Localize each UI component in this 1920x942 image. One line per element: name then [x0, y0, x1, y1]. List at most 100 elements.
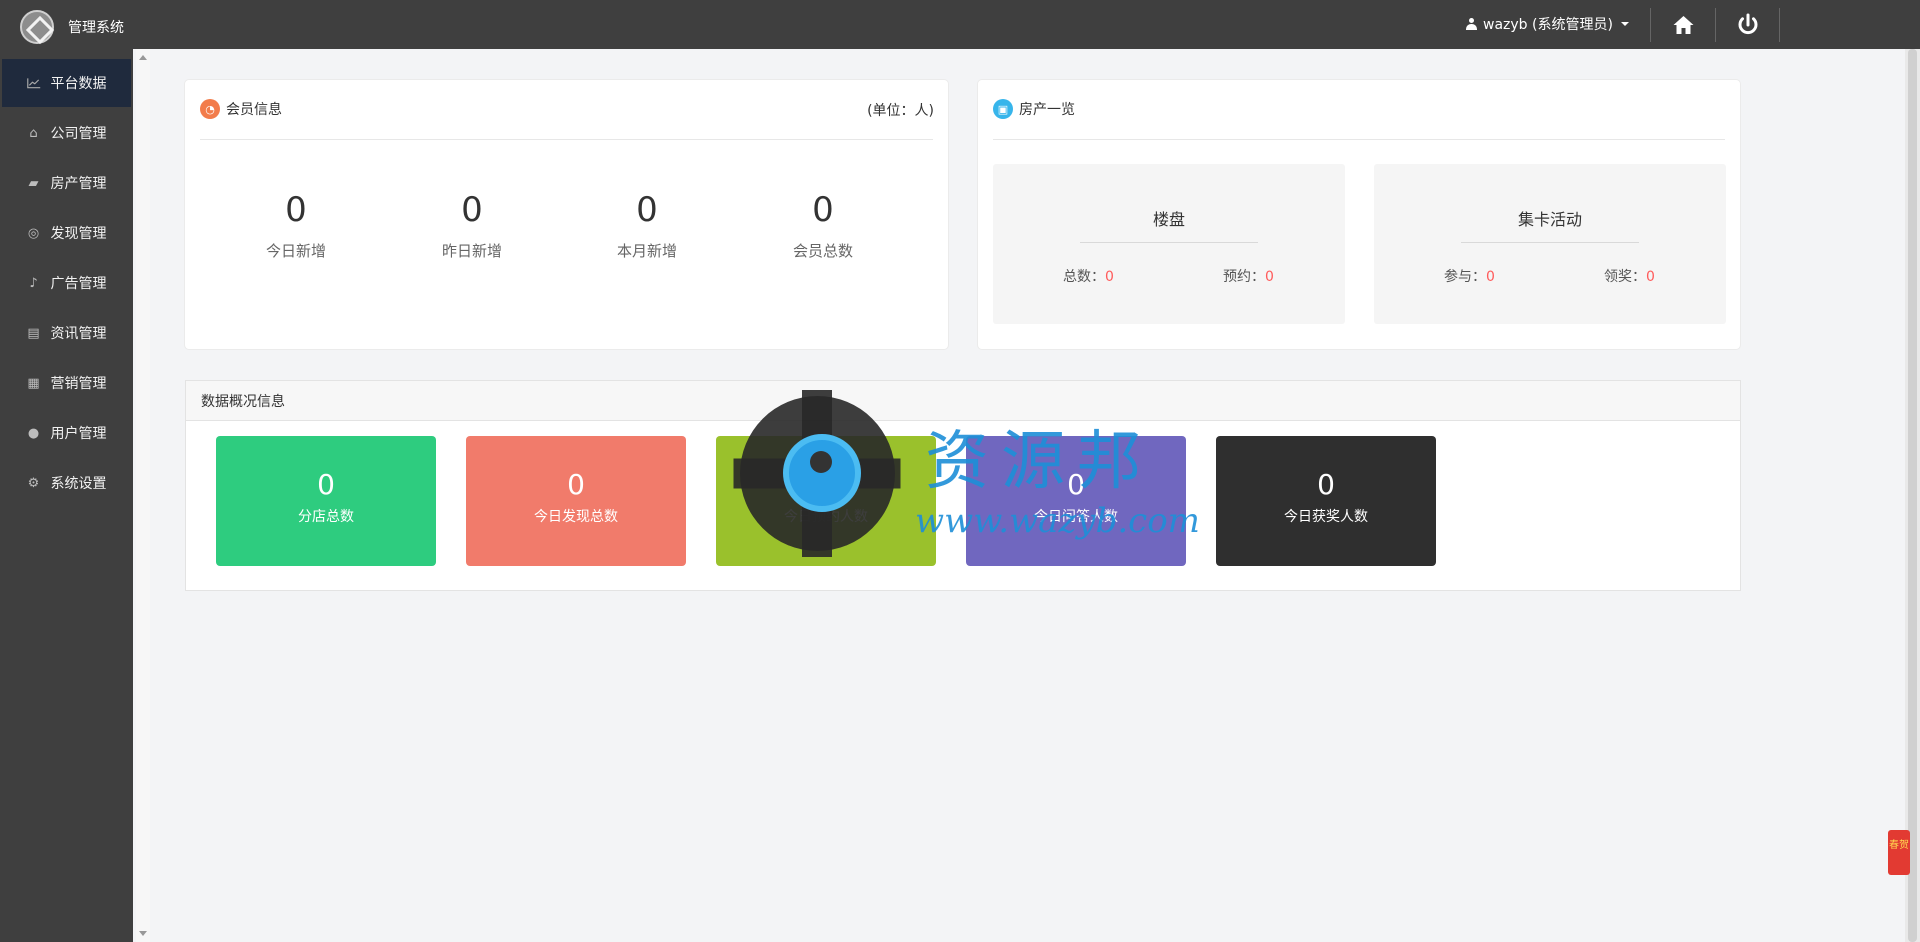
data-overview-panel: 数据概况信息 0 分店总数 0 今日发现总数 0 今日预约人数 0 今日问答人数… [185, 380, 1741, 591]
stat-yesterday-new: 0 昨日新增 [397, 190, 547, 261]
estate-stat-participants: 参与：0 [1444, 266, 1495, 286]
book-icon: ▰ [28, 175, 39, 191]
estate-stat-reservation: 预约：0 [1223, 266, 1274, 286]
estate-stat-label: 参与： [1444, 269, 1486, 285]
sidebar: 平台数据 ⌂ 公司管理 ▰ 房产管理 ◎ 发现管理 ♪ 广告管理 ▤ 资讯管理 … [0, 49, 133, 942]
tile-value: 0 [1067, 468, 1085, 501]
panel-title: 会员信息 [226, 102, 282, 118]
estate-stat-total: 总数：0 [1063, 266, 1114, 286]
user-icon [1466, 18, 1477, 30]
stat-value: 0 [812, 190, 834, 230]
stat-value: 0 [285, 190, 307, 230]
scroll-down-arrow-icon[interactable] [139, 931, 147, 936]
panel-title: 房产一览 [1019, 102, 1075, 118]
logout-button[interactable] [1716, 8, 1780, 42]
logo-icon [20, 10, 54, 44]
newspaper-icon: ▤ [27, 325, 40, 341]
overview-title: 数据概况信息 [186, 381, 1740, 421]
power-icon [1738, 13, 1758, 35]
stat-value: 0 [461, 190, 483, 230]
panel-header: ▣ 房产一览 [993, 96, 1725, 122]
content-scrollbar[interactable] [136, 49, 150, 942]
estate-card-buildings: 楼盘 总数：0 预约：0 [993, 164, 1345, 324]
stat-today-new: 0 今日新增 [221, 190, 371, 261]
top-divider [1779, 8, 1780, 42]
stat-total-members: 0 会员总数 [748, 190, 898, 261]
tile-label: 分店总数 [298, 509, 354, 525]
chart-line-icon [26, 76, 41, 90]
tile-label: 今日问答人数 [1034, 509, 1118, 525]
estate-stat-label: 领奖： [1604, 269, 1646, 285]
sidebar-item-company[interactable]: ⌂ 公司管理 [2, 109, 131, 157]
estate-card-card-collecting: 集卡活动 参与：0 领奖：0 [1374, 164, 1726, 324]
user-icon: ● [27, 425, 40, 441]
estate-stat-value: 0 [1265, 269, 1274, 285]
estate-card-title: 楼盘 [1152, 210, 1185, 229]
user-label: wazyb (系统管理员) [1483, 17, 1613, 33]
tile-winner-count: 0 今日获奖人数 [1216, 436, 1436, 566]
sidebar-item-label: 广告管理 [50, 276, 107, 292]
gear-icon: ⚙ [27, 475, 40, 491]
sidebar-item-label: 系统设置 [50, 476, 107, 492]
sidebar-item-property[interactable]: ▰ 房产管理 [2, 159, 131, 207]
top-bar: 管理系统 wazyb (系统管理员) [0, 0, 1920, 49]
app-title: 管理系统 [68, 20, 124, 36]
tile-value: 0 [1317, 468, 1335, 501]
members-icon: ◔ [200, 99, 220, 119]
floating-red-badge[interactable]: 春贺 [1888, 830, 1910, 875]
calendar-icon: ▣ [993, 99, 1013, 119]
sidebar-item-ads[interactable]: ♪ 广告管理 [2, 259, 131, 307]
sidebar-item-news[interactable]: ▤ 资讯管理 [2, 309, 131, 357]
sidebar-item-label: 用户管理 [50, 426, 107, 442]
chevron-down-icon [1620, 22, 1629, 26]
estate-stat-value: 0 [1486, 269, 1495, 285]
estate-stat-prizes: 领奖：0 [1604, 266, 1655, 286]
sidebar-item-label: 营销管理 [50, 376, 107, 392]
panel-divider [993, 139, 1725, 140]
bank-icon: ⌂ [29, 125, 38, 141]
tile-label: 今日发现总数 [534, 509, 618, 525]
panel-divider [200, 139, 933, 140]
page-scrollbar-thumb[interactable] [1908, 49, 1917, 942]
tile-qa-count: 0 今日问答人数 [966, 436, 1186, 566]
stat-value: 0 [636, 190, 658, 230]
scroll-up-arrow-icon[interactable] [139, 55, 147, 60]
estate-stat-value: 0 [1105, 269, 1114, 285]
sidebar-item-label: 房产管理 [50, 176, 107, 192]
stat-label: 昨日新增 [441, 242, 502, 260]
tile-value: 0 [817, 468, 835, 501]
page-scrollbar[interactable] [1905, 49, 1920, 942]
estate-card-divider [1461, 242, 1639, 243]
sidebar-item-settings[interactable]: ⚙ 系统设置 [2, 459, 131, 507]
tile-value: 0 [317, 468, 335, 501]
sidebar-item-label: 发现管理 [50, 226, 107, 242]
estate-card-divider [1080, 242, 1258, 243]
sidebar-item-label: 公司管理 [50, 126, 107, 142]
stat-label: 本月新增 [616, 242, 677, 260]
bell-icon: ♪ [29, 275, 38, 291]
sidebar-item-marketing[interactable]: ▦ 营销管理 [2, 359, 131, 407]
estate-card-title: 集卡活动 [1517, 210, 1582, 229]
sidebar-item-platform-data[interactable]: 平台数据 [2, 59, 131, 107]
tile-reservation-count: 0 今日预约人数 [716, 436, 936, 566]
estate-stat-label: 总数： [1063, 269, 1105, 285]
tile-label: 今日预约人数 [784, 509, 868, 525]
home-icon [1673, 16, 1693, 34]
property-overview-panel: ▣ 房产一览 楼盘 总数：0 预约：0 集卡活动 参与：0 领奖：0 [977, 79, 1741, 350]
tile-value: 0 [567, 468, 585, 501]
home-button[interactable] [1651, 8, 1715, 42]
tile-branch-count: 0 分店总数 [216, 436, 436, 566]
estate-stat-label: 预约： [1223, 269, 1265, 285]
gift-icon: ▦ [27, 375, 40, 391]
estate-stat-value: 0 [1646, 269, 1655, 285]
tile-discover-count: 0 今日发现总数 [466, 436, 686, 566]
stat-month-new: 0 本月新增 [572, 190, 722, 261]
sidebar-item-users[interactable]: ● 用户管理 [2, 409, 131, 457]
sidebar-item-label: 资讯管理 [50, 326, 107, 342]
user-menu[interactable]: wazyb (系统管理员) [1466, 14, 1629, 34]
stat-label: 会员总数 [792, 242, 853, 260]
sidebar-item-discover[interactable]: ◎ 发现管理 [2, 209, 131, 257]
member-info-panel: ◔ 会员信息 (单位：人) 0 今日新增 0 昨日新增 0 本月新增 0 会员总… [184, 79, 949, 350]
life-ring-icon: ◎ [27, 225, 40, 241]
sidebar-item-label: 平台数据 [50, 76, 107, 92]
